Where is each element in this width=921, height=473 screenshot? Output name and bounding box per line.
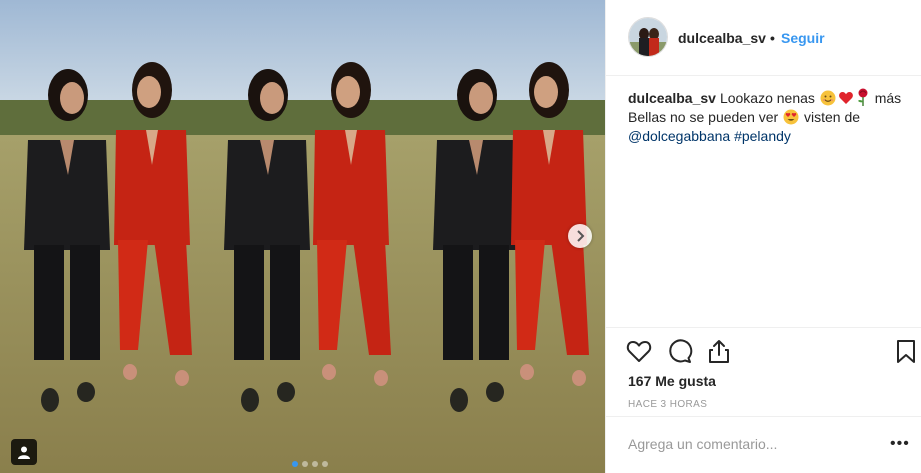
comment-bar: •••	[606, 416, 921, 473]
post-photo[interactable]	[0, 0, 605, 473]
bookmark-icon[interactable]	[893, 338, 919, 364]
carousel-dot	[302, 461, 308, 467]
post-timestamp[interactable]: HACE 3 HORAS	[628, 399, 707, 410]
red-heart-emoji-icon	[838, 92, 853, 104]
heart-icon[interactable]	[626, 338, 652, 364]
post-sidebar: dulcealba_sv • Seguir dulcealba_sv Lookaz…	[605, 0, 921, 473]
caption-username[interactable]: dulcealba_sv	[628, 90, 716, 106]
smiling-face-emoji-icon	[820, 90, 836, 106]
caption-mention-link[interactable]: @dolcegabbana	[628, 128, 730, 144]
post-username[interactable]: dulcealba_sv	[678, 30, 766, 46]
carousel-next-button[interactable]	[568, 224, 592, 248]
avatar[interactable]	[628, 17, 668, 57]
follow-button[interactable]: Seguir	[781, 30, 825, 46]
rose-emoji-icon	[857, 88, 868, 106]
like-count[interactable]: 167 Me gusta	[628, 373, 716, 389]
carousel-dot	[312, 461, 318, 467]
tagged-user-button[interactable]	[11, 439, 37, 465]
post-caption: dulcealba_sv Lookazo nenas más Bellas no …	[628, 88, 910, 146]
chevron-right-icon	[577, 230, 585, 242]
carousel-indicator	[292, 461, 328, 467]
heart-eyes-emoji-icon	[783, 109, 799, 125]
comment-icon[interactable]	[667, 338, 693, 364]
share-icon[interactable]	[706, 338, 732, 364]
separator-dot: •	[770, 30, 775, 46]
more-options-button[interactable]: •••	[890, 435, 910, 453]
photo-panel	[0, 0, 203, 473]
caption-text: visten de	[804, 109, 861, 125]
tagged-user-icon	[18, 446, 30, 459]
comment-input[interactable]	[628, 436, 868, 452]
post-header: dulcealba_sv • Seguir	[606, 0, 921, 76]
carousel-dot	[322, 461, 328, 467]
caption-hashtag-link[interactable]: #pelandy	[734, 128, 791, 144]
photo-panel	[203, 0, 403, 473]
carousel-dot	[292, 461, 298, 467]
caption-text: Lookazo nenas	[719, 90, 815, 106]
